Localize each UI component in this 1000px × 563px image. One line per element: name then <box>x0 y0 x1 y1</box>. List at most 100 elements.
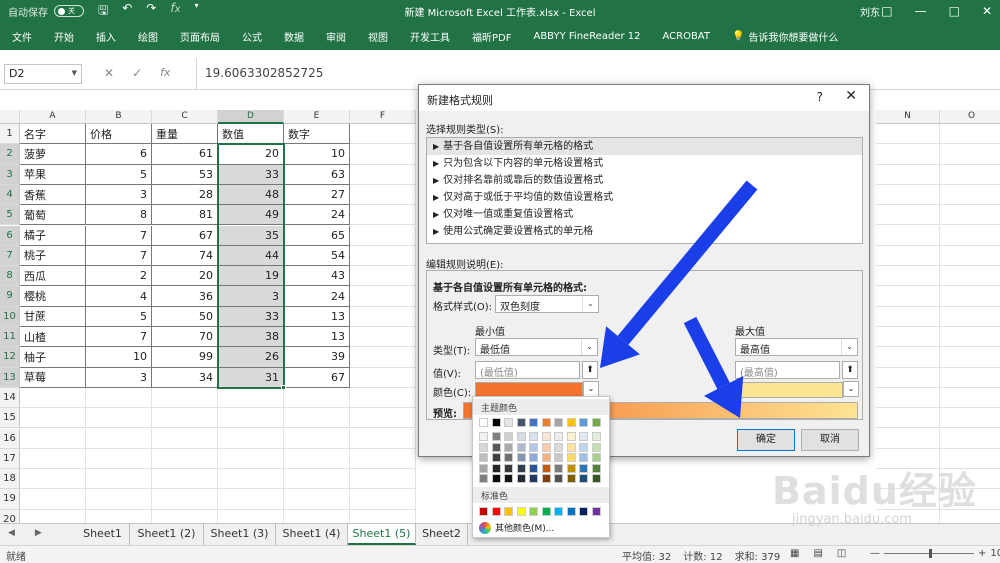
rule-type-item[interactable]: ▶ 仅对排名靠前或靠后的数值设置格式 <box>427 172 862 189</box>
rule-type-item[interactable]: ▶ 使用公式确定要设置格式的单元格 <box>427 223 862 240</box>
cancel-button[interactable]: 取消 <box>801 429 859 451</box>
chevron-down-icon[interactable]: ▼ <box>72 69 77 77</box>
cell[interactable] <box>152 489 218 510</box>
cell[interactable] <box>876 225 940 246</box>
theme-color-swatch[interactable] <box>516 418 526 427</box>
cell[interactable]: 苹果 <box>20 164 86 185</box>
page-break-icon[interactable]: ◫ <box>837 548 846 559</box>
cell[interactable] <box>940 368 1000 388</box>
row-header[interactable]: 3 <box>0 164 20 185</box>
cell[interactable] <box>940 144 1000 165</box>
theme-color-swatch[interactable] <box>554 418 563 427</box>
cell[interactable] <box>350 306 416 327</box>
standard-color-swatch[interactable] <box>554 507 563 516</box>
ribbon-tab[interactable]: 插入 <box>96 29 116 44</box>
cell[interactable]: 6 <box>86 144 152 165</box>
cell[interactable] <box>876 205 940 226</box>
row-header[interactable]: 18 <box>0 469 20 490</box>
cell[interactable]: 2 <box>86 266 152 287</box>
cell[interactable] <box>876 184 940 206</box>
cell[interactable]: 10 <box>86 347 152 368</box>
cell[interactable] <box>876 347 940 368</box>
fill-handle[interactable] <box>281 384 286 390</box>
cell[interactable] <box>152 428 218 449</box>
cell[interactable] <box>940 124 1000 145</box>
cell[interactable]: 43 <box>284 266 350 287</box>
cell[interactable]: 44 <box>218 245 284 267</box>
cell[interactable]: 草莓 <box>20 367 86 388</box>
sheet-tab[interactable]: Sheet1 (5) <box>348 524 416 545</box>
theme-shade-swatch[interactable] <box>516 463 526 473</box>
rule-type-item[interactable]: ▶ 仅对高于或低于平均值的数值设置格式 <box>427 189 862 206</box>
cell[interactable] <box>940 205 1000 226</box>
cell[interactable]: 柚子 <box>20 347 86 368</box>
cell[interactable]: 34 <box>152 367 218 388</box>
cell[interactable] <box>940 347 1000 368</box>
cell[interactable]: 8 <box>86 205 152 226</box>
cell[interactable] <box>876 286 940 307</box>
theme-shade-swatch[interactable] <box>504 442 513 452</box>
theme-shade-swatch[interactable] <box>479 442 488 452</box>
theme-shade-swatch[interactable] <box>541 453 551 462</box>
standard-color-swatch[interactable] <box>541 507 551 516</box>
cell[interactable] <box>876 245 940 267</box>
cell[interactable] <box>218 387 284 409</box>
standard-color-swatch[interactable] <box>529 507 538 516</box>
standard-color-swatch[interactable] <box>516 507 526 516</box>
ok-button[interactable]: 确定 <box>737 429 795 451</box>
more-colors-button[interactable]: 其他颜色(M)... <box>479 521 554 534</box>
standard-color-swatch[interactable] <box>504 507 513 516</box>
theme-shade-swatch[interactable] <box>591 474 601 483</box>
minimize-icon[interactable]: — <box>915 4 927 18</box>
cell[interactable] <box>350 489 416 510</box>
cell[interactable] <box>940 185 1000 206</box>
theme-shade-swatch[interactable] <box>491 463 501 473</box>
header-cell[interactable]: 数值 <box>218 124 284 145</box>
column-header[interactable]: C <box>152 110 218 124</box>
zoom-slider[interactable] <box>884 549 974 558</box>
ribbon-tab[interactable]: 绘图 <box>138 29 158 44</box>
column-header[interactable]: F <box>350 110 416 124</box>
cell[interactable] <box>86 387 152 409</box>
column-header[interactable]: D <box>218 110 284 124</box>
cell[interactable]: 24 <box>284 286 350 307</box>
cell[interactable] <box>152 408 218 429</box>
cell[interactable] <box>350 184 416 206</box>
cell[interactable] <box>876 144 940 165</box>
standard-color-swatch[interactable] <box>591 507 601 516</box>
theme-shade-swatch[interactable] <box>579 474 588 483</box>
cell[interactable] <box>284 387 350 409</box>
cell[interactable] <box>350 327 416 348</box>
redo-icon[interactable]: ↷ <box>146 1 156 22</box>
cell[interactable]: 4 <box>86 286 152 307</box>
cell[interactable]: 26 <box>218 347 284 368</box>
max-color-dropdown[interactable]: ⌄ <box>843 381 859 397</box>
sheet-tab[interactable]: Sheet1 (2) <box>130 524 204 545</box>
cell[interactable] <box>218 469 284 490</box>
cell[interactable]: 24 <box>284 205 350 226</box>
cell[interactable] <box>86 448 152 470</box>
cell[interactable]: 5 <box>86 306 152 327</box>
row-header[interactable]: 12 <box>0 347 20 368</box>
theme-shade-swatch[interactable] <box>479 453 488 462</box>
rule-type-item[interactable]: ▶ 仅对唯一值或重复值设置格式 <box>427 206 862 223</box>
theme-color-swatch[interactable] <box>591 418 601 427</box>
zoom-out-icon[interactable]: — <box>870 548 880 559</box>
cell[interactable] <box>350 286 416 307</box>
column-header[interactable]: O <box>940 110 1000 124</box>
rule-type-item[interactable]: ▶ 只为包含以下内容的单元格设置格式 <box>427 155 862 172</box>
cell[interactable] <box>876 306 940 327</box>
cell[interactable] <box>86 469 152 490</box>
chevron-down-icon[interactable]: ⌄ <box>582 296 598 312</box>
cell[interactable] <box>20 469 86 490</box>
row-header[interactable]: 8 <box>0 266 20 287</box>
cell[interactable] <box>350 205 416 226</box>
cell[interactable]: 67 <box>152 225 218 246</box>
theme-shade-swatch[interactable] <box>554 442 563 452</box>
cell[interactable] <box>284 448 350 470</box>
theme-shade-swatch[interactable] <box>579 463 588 473</box>
row-header[interactable]: 19 <box>0 489 20 510</box>
cell[interactable] <box>350 387 416 409</box>
header-cell[interactable]: 数字 <box>284 124 350 145</box>
cell[interactable] <box>876 387 940 409</box>
